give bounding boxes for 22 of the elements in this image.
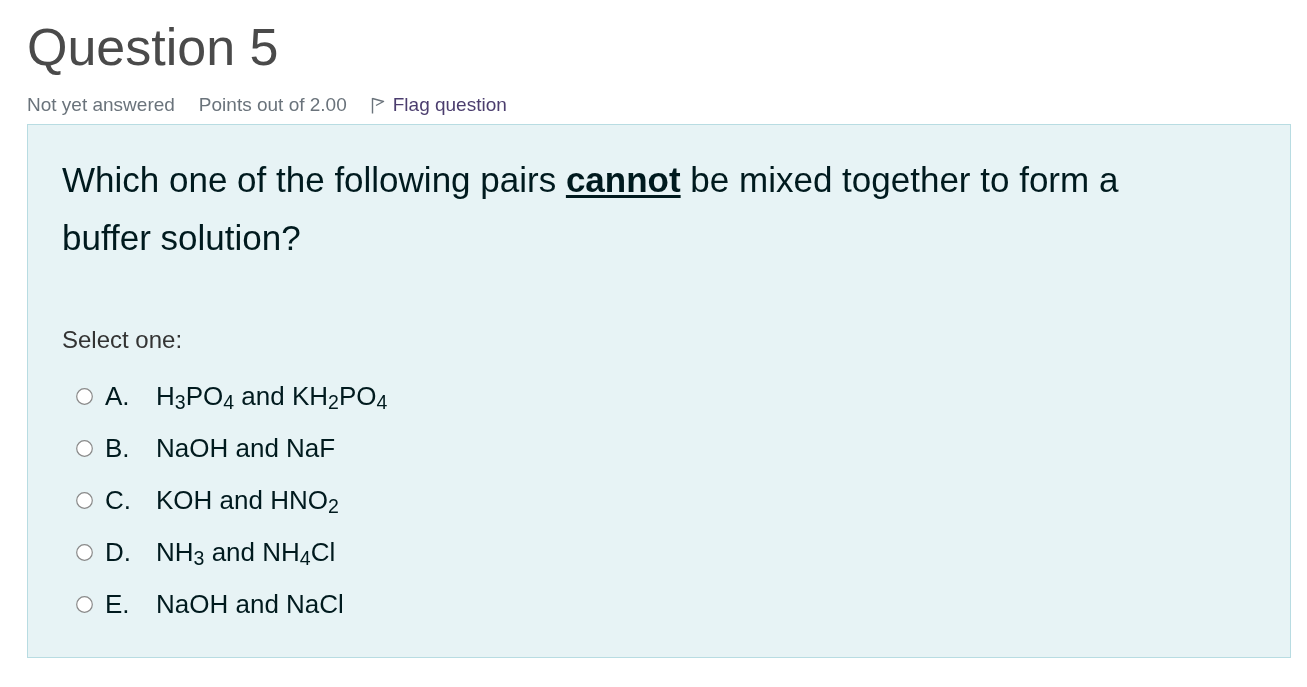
question-title: Question 5 (27, 17, 280, 77)
option-text[interactable]: NH$_{3}$ and NH$_{4}$Cl (156, 532, 336, 572)
radio-button[interactable] (76, 595, 93, 613)
radio-button[interactable] (76, 543, 93, 561)
option-letter: B. (105, 431, 131, 465)
points-text: Points out of 2.00 (198, 93, 347, 117)
option-letter: A. (105, 379, 131, 413)
option-letter: C. (105, 483, 132, 517)
option-letter: D. (105, 535, 132, 569)
radio-button[interactable] (76, 387, 93, 405)
option-letter: E. (105, 587, 131, 621)
select-prompt: Select one: (62, 325, 184, 355)
option-text[interactable]: NaOH and NaF (156, 428, 336, 468)
flag-icon[interactable] (370, 96, 385, 114)
flag-question-link[interactable]: Flag question (392, 91, 507, 119)
radio-button[interactable] (76, 439, 93, 457)
radio-button[interactable] (76, 491, 93, 509)
question-text: Which one of the following pairs cannot be mixed together to form a buffer solution? (62, 159, 1120, 259)
option-text[interactable]: H$_{3}$PO$_{4}$ and KH$_{2}$PO$_{4}$ (156, 376, 388, 416)
option-text[interactable]: KOH and HNO$_{2}$ (156, 480, 339, 520)
status-text: Not yet answered (27, 93, 175, 117)
option-text[interactable]: NaOH and NaCl (156, 584, 344, 624)
